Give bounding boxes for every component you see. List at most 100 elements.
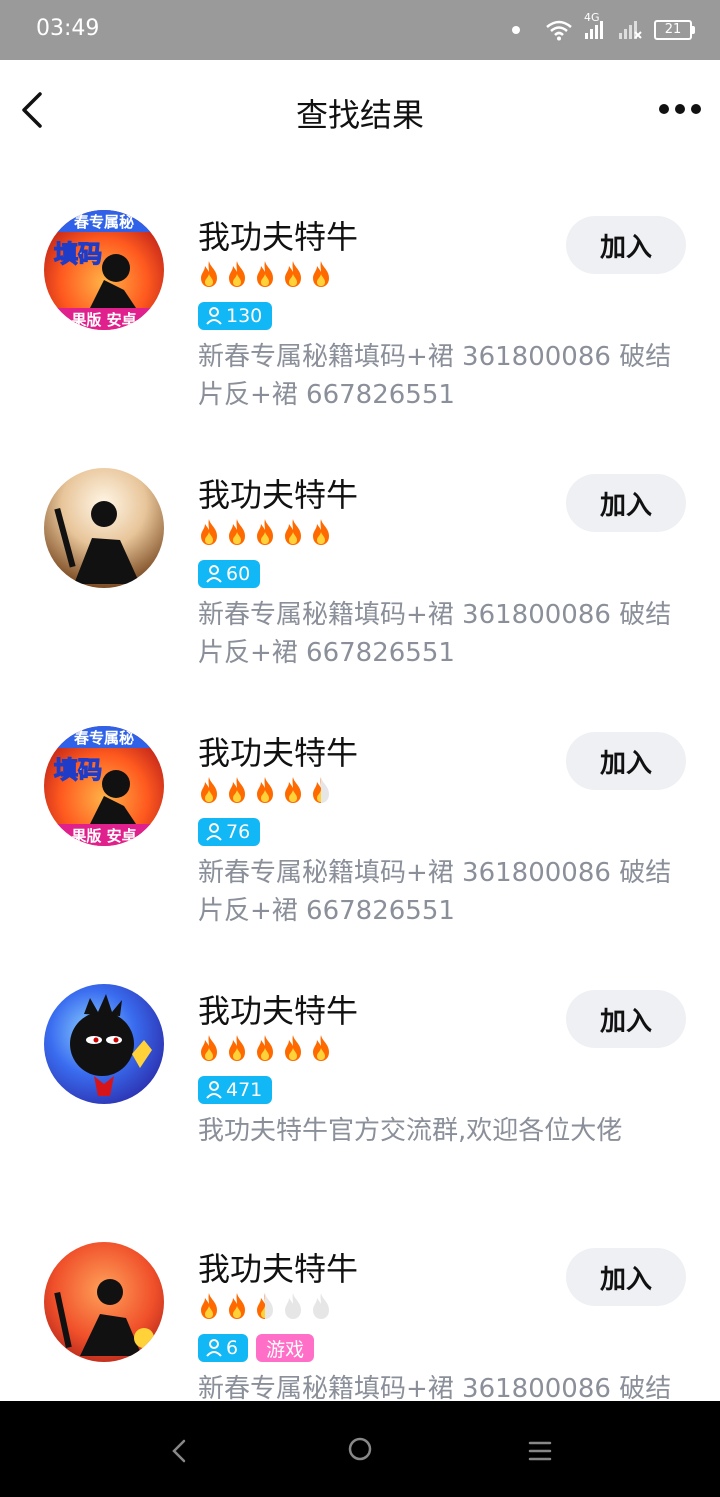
flame-full-icon (285, 261, 301, 287)
member-count-badge: 6 (198, 1334, 249, 1362)
flame-full-icon (313, 1035, 329, 1061)
person-icon (206, 1339, 222, 1357)
nav-menu-icon (528, 1441, 552, 1461)
avatar-overlay-mid: 填码 (54, 756, 102, 784)
flame-full-icon (285, 777, 301, 803)
flame-full-icon (229, 261, 245, 287)
network-type-label: 4G (584, 11, 600, 24)
flame-full-icon (285, 519, 301, 545)
group-name: 我功夫特牛 (198, 734, 359, 772)
flame-full-icon (257, 1035, 273, 1061)
status-icons: 4G 21 (512, 11, 695, 46)
member-count-badge: 60 (198, 560, 261, 588)
avatar-overlay-bottom: 果版 安卓 (70, 311, 136, 329)
flame-full-icon (201, 519, 217, 545)
system-navigation-bar (0, 1401, 720, 1497)
more-options-button[interactable] (658, 94, 702, 124)
category-tag-badge: 游戏 (256, 1334, 315, 1362)
flame-full-icon (257, 261, 273, 287)
cellular-signal-icon: 4G (584, 11, 606, 41)
member-count: 130 (226, 305, 263, 327)
group-badges: 6 游戏 (198, 1334, 315, 1362)
group-avatar[interactable] (44, 1242, 164, 1362)
group-badges: 60 (198, 560, 261, 588)
group-name: 我功夫特牛 (198, 1250, 359, 1288)
flame-full-icon (229, 519, 245, 545)
group-description: 新春专属秘籍填码+裙 361800086 破结 (198, 1374, 672, 1401)
search-results-list[interactable]: 春专属秘 填码 果版 安卓 我功夫特牛 130 新春专属秘籍填码+裙 36180… (0, 160, 720, 1401)
group-badges: 471 (198, 1076, 273, 1104)
flame-full-icon (201, 1293, 217, 1319)
activity-rating (197, 1034, 333, 1064)
flame-full-icon (285, 1035, 301, 1061)
join-button[interactable]: 加入 (566, 474, 686, 532)
group-badges: 130 (198, 302, 273, 330)
wifi-icon (546, 19, 572, 41)
group-avatar[interactable] (44, 984, 164, 1104)
avatar-overlay-bottom: 果版 安卓 (70, 827, 136, 845)
header: 查找结果 (0, 60, 720, 160)
join-button[interactable]: 加入 (566, 1248, 686, 1306)
group-description: 新春专属秘籍填码+裙 361800086 破结片反+裙 667826551 (198, 858, 672, 926)
person-icon (206, 1081, 222, 1099)
group-description: 我功夫特牛官方交流群,欢迎各位大佬 (198, 1116, 623, 1146)
flame-full-icon (229, 777, 245, 803)
more-dot-icon (675, 104, 685, 114)
group-avatar[interactable]: 春专属秘 填码 果版 安卓 (44, 210, 164, 330)
flame-full-icon (313, 519, 329, 545)
system-recents-button[interactable] (520, 1431, 560, 1475)
person-icon (206, 823, 222, 841)
group-name: 我功夫特牛 (198, 218, 359, 256)
group-badges: 76 (198, 818, 261, 846)
member-count-badge: 471 (198, 1076, 273, 1104)
group-list-item[interactable]: 春专属秘 填码 果版 安卓 我功夫特牛 130 新春专属秘籍填码+裙 36180… (0, 160, 720, 418)
member-count: 6 (226, 1337, 239, 1359)
flame-half-icon (257, 1293, 273, 1319)
flame-empty-icon (313, 1293, 329, 1319)
member-count-badge: 76 (198, 818, 261, 846)
group-list-item[interactable]: 我功夫特牛 471 我功夫特牛官方交流群,欢迎各位大佬 加入 (0, 934, 720, 1192)
join-button[interactable]: 加入 (566, 216, 686, 274)
more-dot-icon (659, 104, 669, 114)
system-back-button[interactable] (160, 1431, 200, 1475)
group-list-item[interactable]: 春专属秘 填码 果版 安卓 我功夫特牛 76 新春专属秘籍填码+裙 361800… (0, 676, 720, 934)
member-count: 471 (226, 1079, 263, 1101)
activity-rating (197, 776, 333, 806)
avatar-overlay-top: 春专属秘 (74, 729, 134, 747)
cellular-signal-2-icon (618, 19, 642, 41)
activity-rating (197, 260, 333, 290)
activity-rating (197, 518, 333, 548)
group-avatar[interactable] (44, 468, 164, 588)
person-icon (206, 565, 222, 583)
flame-full-icon (229, 1035, 245, 1061)
flame-half-icon (313, 777, 329, 803)
system-home-button[interactable] (340, 1429, 380, 1473)
join-button[interactable]: 加入 (566, 990, 686, 1048)
status-bar: 03:49 4G 21 (0, 0, 720, 60)
nav-back-icon (172, 1439, 186, 1463)
flame-full-icon (313, 261, 329, 287)
flame-empty-icon (285, 1293, 301, 1319)
nav-home-icon (348, 1437, 372, 1461)
group-description: 新春专属秘籍填码+裙 361800086 破结片反+裙 667826551 (198, 342, 672, 410)
page-title: 查找结果 (295, 96, 424, 134)
group-description: 新春专属秘籍填码+裙 361800086 破结片反+裙 667826551 (198, 600, 672, 668)
group-avatar[interactable]: 春专属秘 填码 果版 安卓 (44, 726, 164, 846)
flame-full-icon (229, 1293, 245, 1319)
member-count: 60 (226, 563, 251, 585)
notification-dot-icon (512, 26, 520, 34)
join-button[interactable]: 加入 (566, 732, 686, 790)
group-list-item[interactable]: 我功夫特牛 60 新春专属秘籍填码+裙 361800086 破结片反+裙 667… (0, 418, 720, 676)
member-count-badge: 130 (198, 302, 273, 330)
flame-full-icon (257, 519, 273, 545)
flame-full-icon (201, 261, 217, 287)
group-list-item[interactable]: 我功夫特牛 6 游戏 新春专属秘籍填码+裙 361800086 破结 加入 (0, 1192, 720, 1401)
battery-icon: 21 (654, 20, 695, 40)
flame-full-icon (201, 1035, 217, 1061)
activity-rating (197, 1292, 333, 1322)
flame-full-icon (257, 777, 273, 803)
more-dot-icon (691, 104, 701, 114)
avatar-overlay-mid: 填码 (54, 240, 102, 268)
person-icon (206, 307, 222, 325)
group-name: 我功夫特牛 (198, 992, 359, 1030)
